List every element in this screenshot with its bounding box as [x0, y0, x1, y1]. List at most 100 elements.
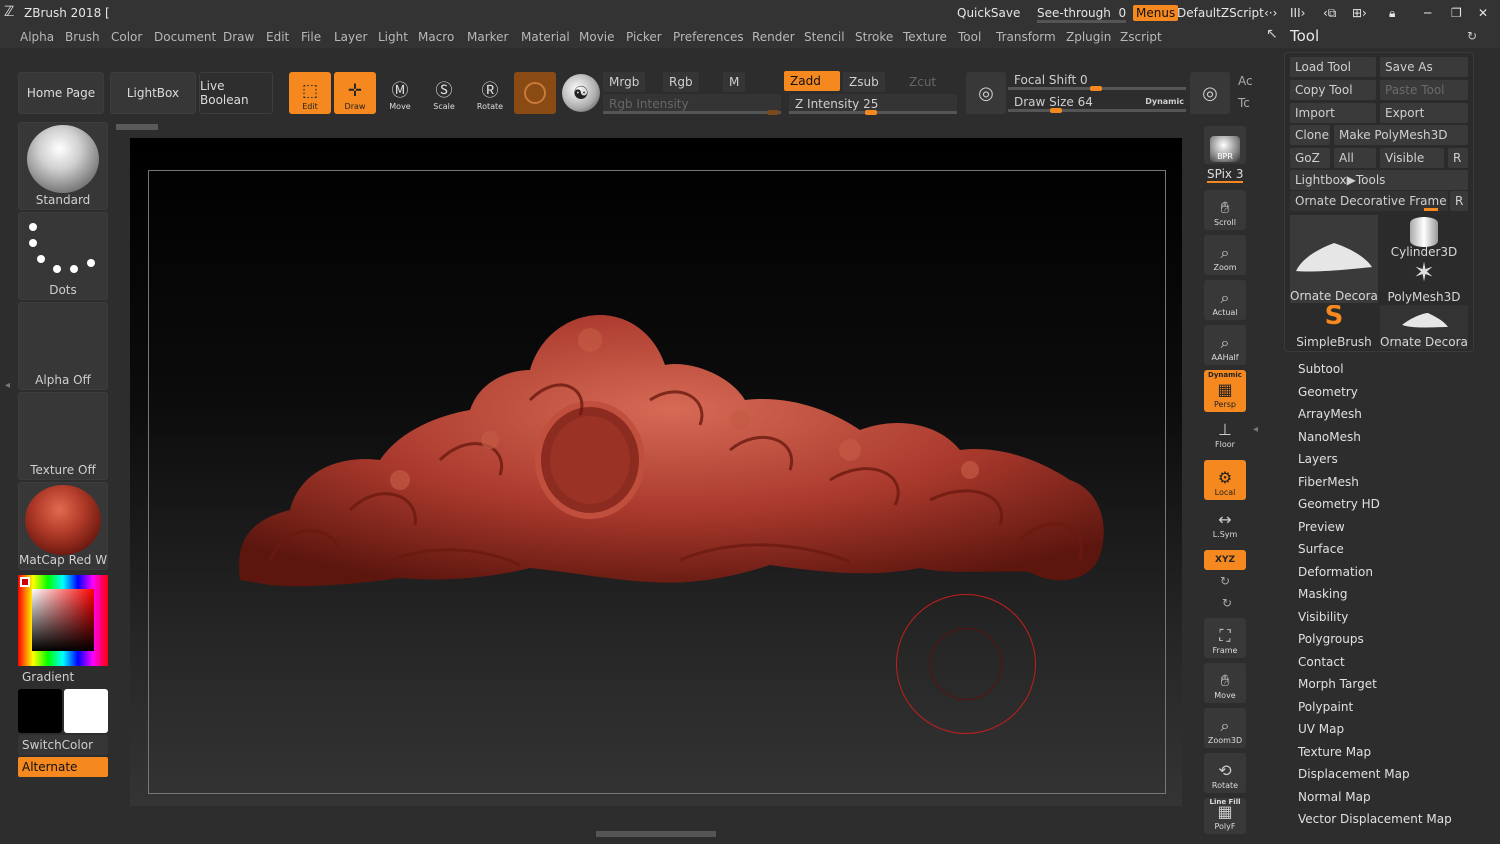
menu-file[interactable]: File	[301, 30, 321, 44]
menu-texture[interactable]: Texture	[903, 30, 947, 44]
scale-mode-button[interactable]: Ⓢ Scale	[423, 72, 465, 114]
maximize-icon[interactable]: ❐	[1451, 6, 1462, 20]
menu-transform[interactable]: Transform	[996, 30, 1056, 44]
color-picker-sphere-icon[interactable]: ☯	[562, 74, 600, 112]
import-button[interactable]: Import	[1290, 103, 1376, 123]
tool-palette-pin-icon[interactable]: ↖	[1266, 26, 1278, 42]
close-icon[interactable]: ✕	[1478, 6, 1488, 20]
subpalette-masking[interactable]: Masking	[1298, 587, 1347, 601]
menu-preferences[interactable]: Preferences	[673, 30, 744, 44]
rotate-y-icon[interactable]: ↻	[1220, 574, 1230, 588]
subpalette-fibermesh[interactable]: FiberMesh	[1298, 475, 1359, 489]
subpalette-polypaint[interactable]: Polypaint	[1298, 700, 1353, 714]
move-mode-button[interactable]: Ⓜ Move	[379, 72, 421, 114]
brush-slot[interactable]: Standard	[18, 122, 108, 210]
focal-shift-slider[interactable]: Focal Shift 0	[1008, 70, 1186, 91]
floor-button[interactable]: ⊥ Floor	[1204, 418, 1246, 452]
subpalette-deformation[interactable]: Deformation	[1298, 565, 1373, 579]
goz-all-button[interactable]: All	[1334, 148, 1376, 168]
quicksave-button[interactable]: QuickSave	[957, 6, 1020, 20]
export-button[interactable]: Export	[1380, 103, 1468, 123]
material-swatch-button[interactable]	[514, 72, 556, 114]
stroke-settings-icon[interactable]: ◎	[966, 72, 1006, 114]
subpalette-preview[interactable]: Preview	[1298, 520, 1345, 534]
rotate-mode-button[interactable]: Ⓡ Rotate	[469, 72, 511, 114]
minimize-icon[interactable]: ─	[1424, 6, 1431, 20]
zoom3d-button[interactable]: ⌕ Zoom3D	[1204, 708, 1246, 748]
clone-button[interactable]: Clone	[1290, 125, 1330, 145]
lightbox-button[interactable]: LightBox	[110, 72, 196, 114]
ui-layout-icon[interactable]: ⊞›	[1352, 6, 1367, 20]
tool-thumb-ornate[interactable]: Ornate Decorati	[1290, 215, 1378, 303]
frame-button[interactable]: ⛶ Frame	[1204, 618, 1246, 658]
layout-icon[interactable]: ‹·›	[1264, 6, 1277, 20]
subpalette-nanomesh[interactable]: NanoMesh	[1298, 430, 1361, 444]
menu-alpha[interactable]: Alpha	[20, 30, 54, 44]
menu-tool[interactable]: Tool	[958, 30, 981, 44]
menu-stroke[interactable]: Stroke	[855, 30, 893, 44]
canvas-scroll-handle[interactable]	[116, 124, 158, 130]
zoom-button[interactable]: ⌕ Zoom	[1204, 235, 1246, 275]
tool-thumb-polymesh[interactable]: ✶ PolyMesh3D	[1380, 260, 1468, 304]
lock-icon[interactable]: 🔒︎	[1389, 6, 1395, 21]
lsym-button[interactable]: ↔ L.Sym	[1204, 510, 1246, 542]
draw-size-slider[interactable]: Draw Size 64 Dynamic	[1008, 92, 1186, 113]
subpalette-uv-map[interactable]: UV Map	[1298, 722, 1344, 736]
edit-mode-button[interactable]: ⬚ Edit	[289, 72, 331, 114]
z-intensity-slider[interactable]: Z Intensity 25	[789, 94, 957, 115]
main-color-swatch[interactable]	[64, 689, 108, 733]
save-as-button[interactable]: Save As	[1380, 57, 1468, 77]
default-zscript-button[interactable]: DefaultZScript	[1177, 6, 1264, 20]
see-through-slider[interactable]: See-through 0	[1037, 6, 1127, 23]
subpalette-arraymesh[interactable]: ArrayMesh	[1298, 407, 1362, 421]
tool-thumb-cylinder[interactable]: Cylinder3D	[1380, 215, 1468, 259]
menu-brush[interactable]: Brush	[65, 30, 100, 44]
gradient-toggle[interactable]: Gradient	[18, 667, 108, 687]
switchcolor-button[interactable]: SwitchColor	[18, 735, 108, 755]
restore-layout-icon[interactable]: ‹⧉	[1323, 6, 1336, 21]
rotate-view-button[interactable]: ⟲ Rotate	[1204, 753, 1246, 793]
ornate-frame-model[interactable]	[230, 310, 1110, 595]
move-view-button[interactable]: ✋︎ Move	[1204, 663, 1246, 703]
left-dock-arrow-icon[interactable]: ◂	[5, 380, 15, 480]
xyz-toggle[interactable]: XYZ	[1204, 550, 1246, 570]
zcut-toggle[interactable]: Zcut	[903, 72, 942, 92]
subpalette-displacement-map[interactable]: Displacement Map	[1298, 767, 1410, 781]
layout-2-icon[interactable]: ⅠⅠⅠ›	[1290, 6, 1305, 20]
persp-button[interactable]: Dynamic ▦ Persp	[1204, 370, 1246, 412]
color-picker[interactable]	[18, 575, 108, 666]
right-dock-arrow-icon[interactable]: ◂	[1253, 424, 1258, 435]
aahalf-button[interactable]: ⌕ AAHalf	[1204, 325, 1246, 365]
alternate-toggle[interactable]: Alternate	[18, 757, 108, 777]
color-square[interactable]	[32, 589, 94, 651]
tool-thumb-simplebrush[interactable]: S SimpleBrush	[1290, 305, 1378, 349]
load-tool-button[interactable]: Load Tool	[1290, 57, 1376, 77]
scroll-button[interactable]: ✋︎ Scroll	[1204, 190, 1246, 230]
menu-picker[interactable]: Picker	[626, 30, 662, 44]
menu-layer[interactable]: Layer	[334, 30, 367, 44]
menu-zplugin[interactable]: Zplugin	[1066, 30, 1111, 44]
palette-reset-icon[interactable]: ↻	[1467, 29, 1477, 43]
texture-slot[interactable]: Texture Off	[18, 392, 108, 480]
menu-edit[interactable]: Edit	[266, 30, 289, 44]
make-polymesh3d-button[interactable]: Make PolyMesh3D	[1334, 125, 1468, 145]
tool-thumb-ornate-2[interactable]: Ornate Decorati	[1380, 305, 1468, 349]
alpha-slot[interactable]: Alpha Off	[18, 302, 108, 390]
rotate-z-icon[interactable]: ↻	[1222, 596, 1232, 610]
home-page-button[interactable]: Home Page	[18, 72, 104, 114]
subpalette-visibility[interactable]: Visibility	[1298, 610, 1348, 624]
menu-stencil[interactable]: Stencil	[804, 30, 845, 44]
bottom-tray-handle[interactable]	[596, 831, 716, 837]
menu-macro[interactable]: Macro	[418, 30, 454, 44]
zadd-toggle[interactable]: Zadd	[784, 71, 840, 91]
spix-slider[interactable]: SPix 3	[1207, 167, 1244, 183]
rgb-toggle[interactable]: Rgb	[663, 72, 699, 92]
m-toggle[interactable]: M	[723, 72, 746, 92]
goz-visible-button[interactable]: Visible	[1380, 148, 1444, 168]
menu-document[interactable]: Document	[154, 30, 216, 44]
subpalette-layers[interactable]: Layers	[1298, 452, 1338, 466]
mrgb-toggle[interactable]: Mrgb	[603, 72, 646, 92]
subpalette-normal-map[interactable]: Normal Map	[1298, 790, 1371, 804]
subpalette-contact[interactable]: Contact	[1298, 655, 1345, 669]
stroke-slot[interactable]: Dots	[18, 212, 108, 300]
